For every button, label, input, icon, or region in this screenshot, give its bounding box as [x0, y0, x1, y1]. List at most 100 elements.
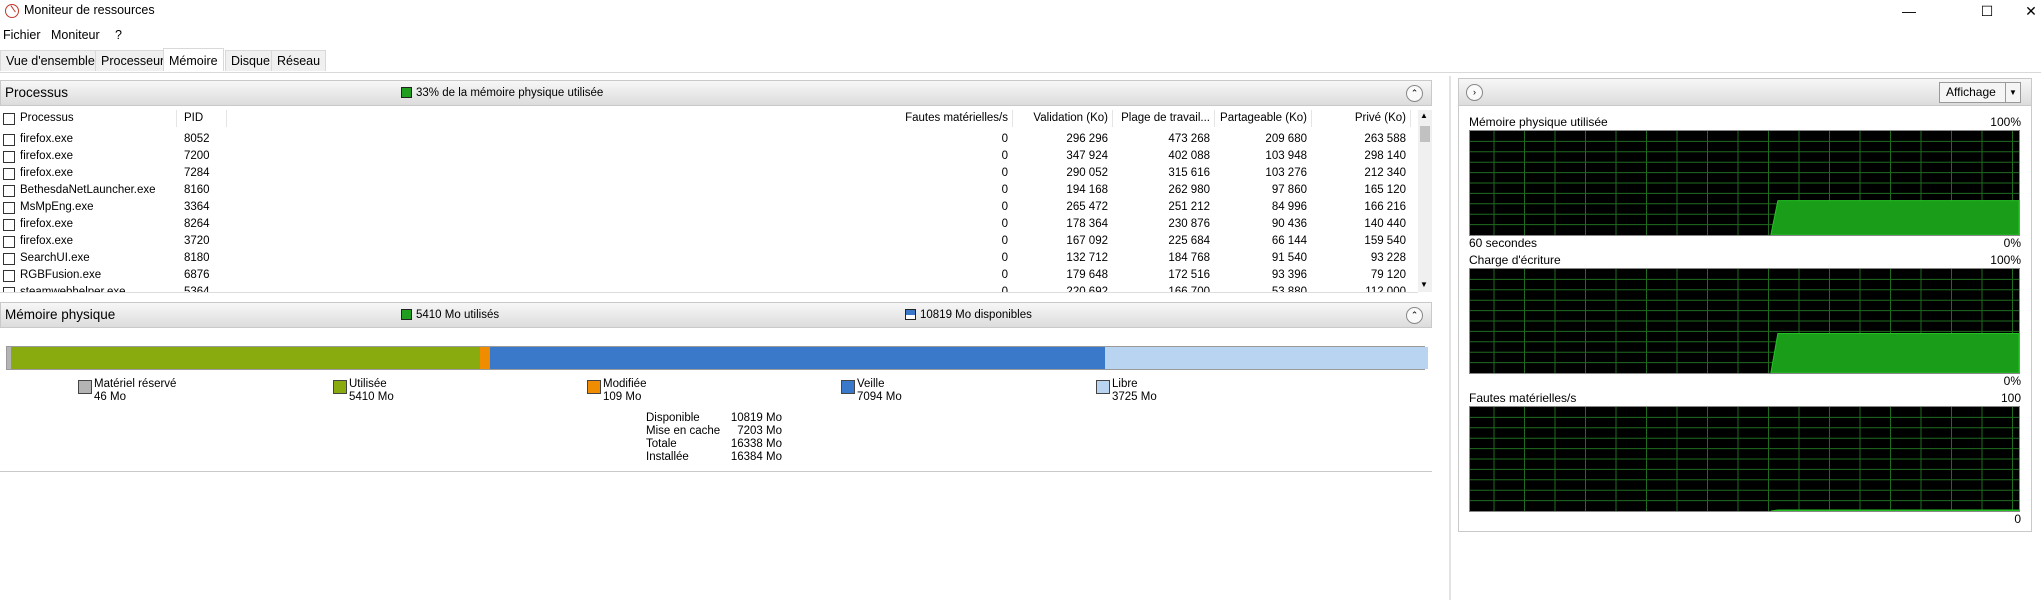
column-header-process-label: Processus — [20, 112, 74, 124]
commit-cell: 178 364 — [1066, 218, 1108, 230]
panel-divider — [0, 471, 1432, 472]
collapse-physical-memory-button[interactable]: ⌃ — [1406, 307, 1423, 324]
memory-usage-bar — [6, 346, 1428, 370]
commit-cell: 132 712 — [1066, 252, 1108, 264]
working-set-cell: 251 212 — [1168, 201, 1210, 213]
window-title: Moniteur de ressources — [24, 3, 155, 17]
row-checkbox[interactable] — [3, 185, 15, 197]
table-row[interactable]: firefox.exe 7200 0 347 924 402 088 103 948 298… — [0, 148, 1418, 165]
resource-monitor-icon — [5, 4, 19, 18]
row-checkbox[interactable] — [3, 270, 15, 282]
shareable-cell: 84 996 — [1271, 201, 1307, 213]
graphs-panel: › Affichage ▼ Mémoire physique utilisée 1… — [1458, 78, 2032, 532]
hard-faults-graph — [1469, 406, 2020, 512]
scroll-up-icon[interactable]: ▲ — [1420, 111, 1428, 120]
legend-value: 7094 Mo — [857, 391, 902, 403]
view-dropdown-button[interactable]: Affichage ▼ — [1939, 82, 2021, 103]
column-header-shareable[interactable]: Partageable (Ko) — [1216, 110, 1312, 127]
tab-overview[interactable]: Vue d'ensemble — [0, 50, 101, 71]
table-row[interactable]: steamwebhelper.exe 5364 0 220 692 166 700 53 … — [0, 284, 1418, 293]
shareable-cell: 97 860 — [1271, 184, 1307, 196]
physical-memory-header[interactable]: Mémoire physique 5410 Mo utilisés 10819 … — [0, 302, 1432, 328]
legend-value: 5410 Mo — [349, 391, 394, 403]
collapse-processes-button[interactable]: ⌃ — [1406, 85, 1423, 102]
row-checkbox[interactable] — [3, 236, 15, 248]
table-row[interactable]: firefox.exe 8264 0 178 364 230 876 90 436 140 … — [0, 216, 1418, 233]
table-row[interactable]: firefox.exe 3720 0 167 092 225 684 66 144 159 … — [0, 233, 1418, 250]
legend-label: Libre — [1112, 378, 1138, 390]
row-checkbox[interactable] — [3, 287, 15, 292]
used-summary-text: 5410 Mo utilisés — [416, 309, 500, 321]
commit-cell: 220 692 — [1066, 286, 1108, 293]
free-segment — [1104, 347, 1428, 369]
splitter[interactable] — [1449, 76, 1451, 600]
commit-charge-graph — [1469, 268, 2020, 374]
graph-max-label: 100% — [1990, 115, 2021, 129]
column-header-process[interactable]: Processus — [0, 110, 177, 127]
commit-cell: 296 296 — [1066, 133, 1108, 145]
scrollbar-thumb[interactable] — [1420, 126, 1430, 142]
maximize-button[interactable]: ☐ — [1965, 0, 2009, 22]
column-header-working-set[interactable]: Plage de travail... — [1114, 110, 1215, 127]
commit-cell: 194 168 — [1066, 184, 1108, 196]
column-header-private[interactable]: Privé (Ko) — [1313, 110, 1411, 127]
column-header-commit[interactable]: Validation (Ko) — [1014, 110, 1113, 127]
expand-graphs-button[interactable]: › — [1466, 84, 1483, 101]
stat-value: 16338 Mo — [730, 438, 782, 450]
tab-disk[interactable]: Disque — [225, 50, 276, 71]
process-name-cell: firefox.exe — [20, 150, 74, 162]
graph-max-label: 100% — [1990, 253, 2021, 267]
row-checkbox[interactable] — [3, 151, 15, 163]
table-row[interactable]: SearchUI.exe 8180 0 132 712 184 768 91 540 93 … — [0, 250, 1418, 267]
table-row[interactable]: firefox.exe 8052 0 296 296 473 268 209 680 263… — [0, 131, 1418, 148]
private-cell: 112 000 — [1365, 286, 1406, 293]
green-indicator-icon — [401, 309, 412, 321]
working-set-cell: 230 876 — [1168, 218, 1210, 230]
column-header-working-set-label: Plage de travail... — [1121, 112, 1210, 124]
legend-value: 109 Mo — [603, 391, 642, 403]
working-set-cell: 225 684 — [1168, 235, 1210, 247]
menu-fichier[interactable]: Fichier — [3, 28, 41, 42]
row-checkbox[interactable] — [3, 202, 15, 214]
used-segment — [10, 347, 481, 369]
tab-network[interactable]: Réseau — [271, 50, 327, 71]
table-row[interactable]: firefox.exe 7284 0 290 052 315 616 103 276 212… — [0, 165, 1418, 182]
memory-stats: Disponible 10819 Mo Mise en cache 7203 Mo To… — [0, 412, 800, 468]
pid-cell: 8264 — [184, 218, 210, 230]
process-name-cell: steamwebhelper.exe — [20, 286, 126, 293]
hard-faults-cell: 0 — [1001, 269, 1008, 281]
processes-header[interactable]: Processus 33% de la mémoire physique uti… — [0, 80, 1432, 106]
hard-faults-cell: 0 — [1001, 201, 1008, 213]
legend-label: Modifiée — [603, 378, 647, 390]
table-row[interactable]: MsMpEng.exe 3364 0 265 472 251 212 84 996 166 … — [0, 199, 1418, 216]
pid-cell: 5364 — [184, 286, 210, 293]
row-checkbox[interactable] — [3, 219, 15, 231]
standby-segment — [489, 347, 1105, 369]
select-all-checkbox[interactable] — [3, 113, 15, 125]
row-checkbox[interactable] — [3, 134, 15, 146]
tab-strip: Vue d'ensemble Processeur Mémoire Disque… — [0, 48, 2041, 73]
table-row[interactable]: RGBFusion.exe 6876 0 179 648 172 516 93 396 79… — [0, 267, 1418, 284]
legend-label: Veille — [857, 378, 885, 390]
tab-processor[interactable]: Processeur — [95, 50, 171, 71]
shareable-cell: 103 948 — [1265, 150, 1307, 162]
menu-help[interactable]: ? — [115, 28, 122, 42]
row-checkbox[interactable] — [3, 168, 15, 180]
column-header-hard-faults[interactable]: Fautes matérielles/s — [228, 110, 1013, 127]
table-row[interactable]: BethesdaNetLauncher.exe 8160 0 194 168 262 9… — [0, 182, 1418, 199]
row-checkbox[interactable] — [3, 253, 15, 265]
column-header-commit-label: Validation (Ko) — [1033, 112, 1108, 124]
tab-memory[interactable]: Mémoire — [163, 48, 224, 71]
shareable-cell: 91 540 — [1271, 252, 1307, 264]
minimize-button[interactable]: — — [1887, 0, 1931, 22]
graph-title: Fautes matérielles/s — [1469, 391, 1577, 405]
shareable-cell: 93 396 — [1271, 269, 1307, 281]
menu-moniteur[interactable]: Moniteur — [51, 28, 100, 42]
working-set-cell: 473 268 — [1168, 133, 1210, 145]
column-header-pid[interactable]: PID — [178, 110, 227, 127]
pid-cell: 7200 — [184, 150, 210, 162]
shareable-cell: 66 144 — [1271, 235, 1307, 247]
scroll-down-icon[interactable]: ▼ — [1420, 280, 1428, 289]
close-button[interactable]: ✕ — [2020, 0, 2041, 22]
private-cell: 166 216 — [1364, 201, 1406, 213]
